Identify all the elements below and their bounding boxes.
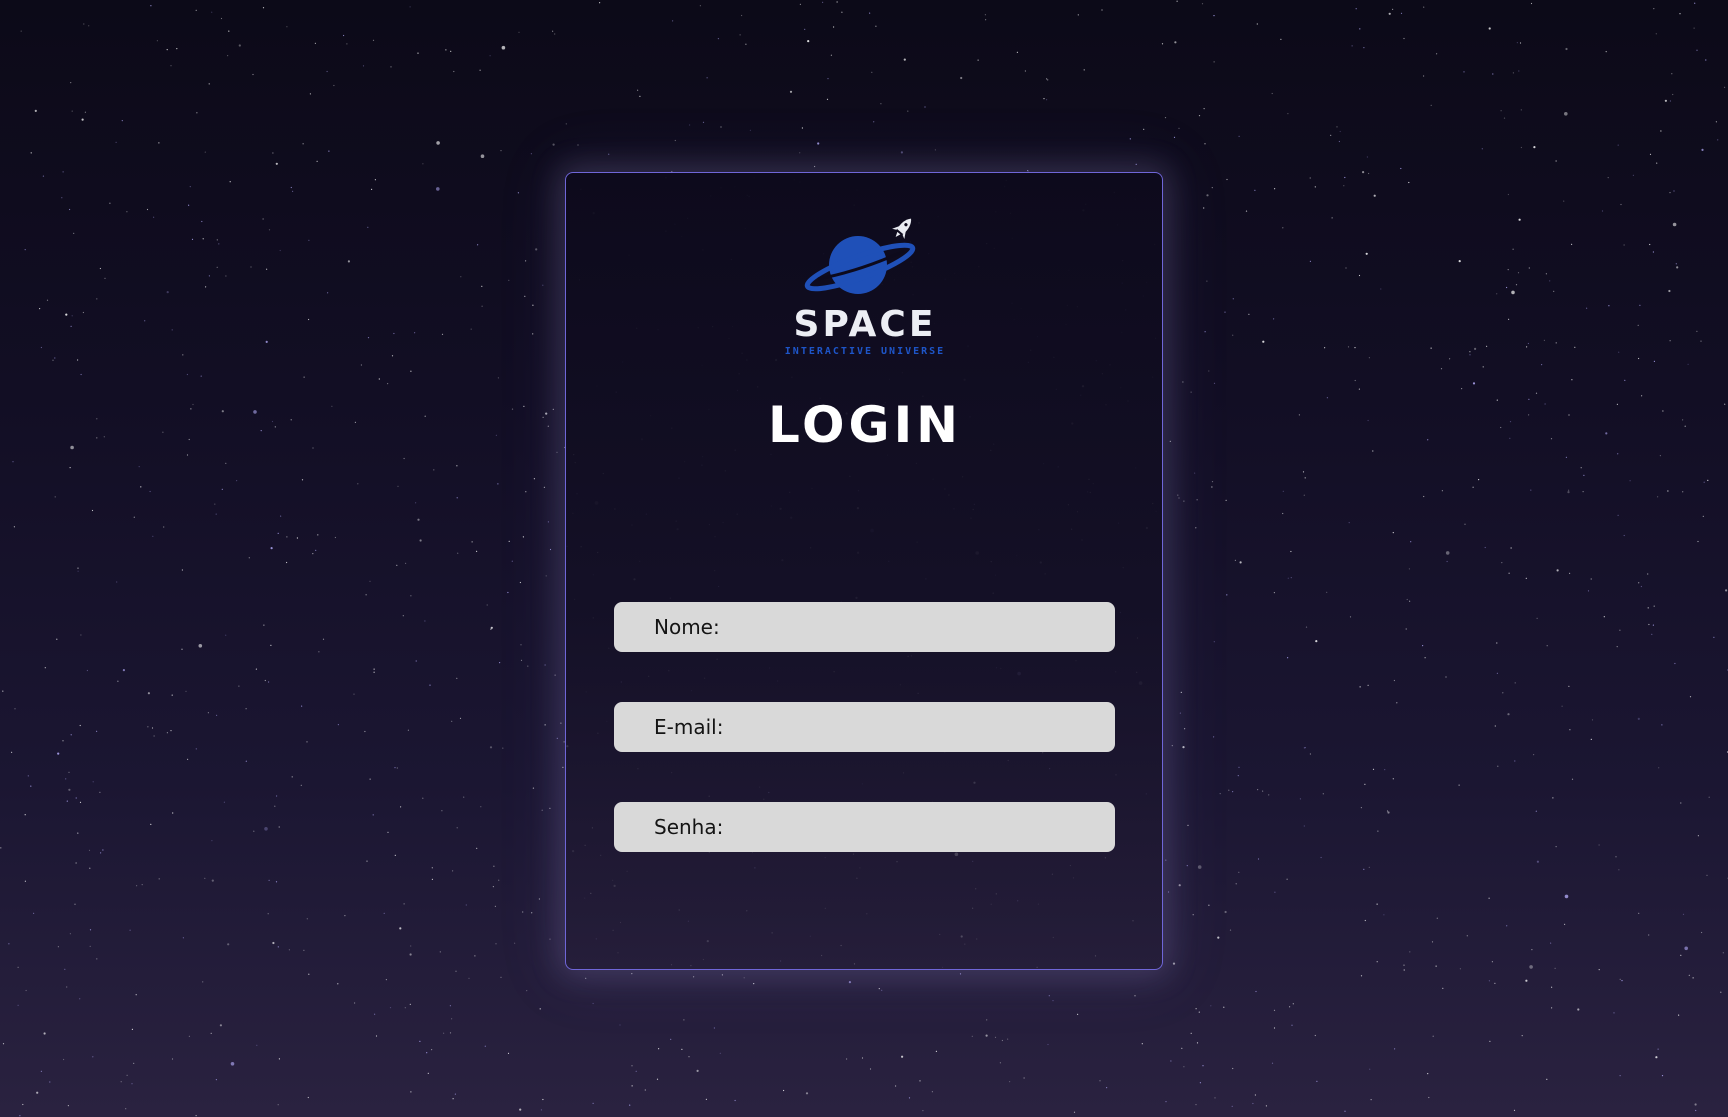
brand-logo: SPACE INTERACTIVE UNIVERSE [566,213,1164,359]
brand-name: SPACE [793,304,937,345]
brand-tagline: INTERACTIVE UNIVERSE [784,346,946,357]
page-title: LOGIN [767,396,963,454]
email-field[interactable] [614,702,1115,752]
login-card: SPACE INTERACTIVE UNIVERSE LOGIN [565,172,1163,970]
planet-rocket-icon [804,218,916,294]
password-field[interactable] [614,802,1115,852]
name-field[interactable] [614,602,1115,652]
